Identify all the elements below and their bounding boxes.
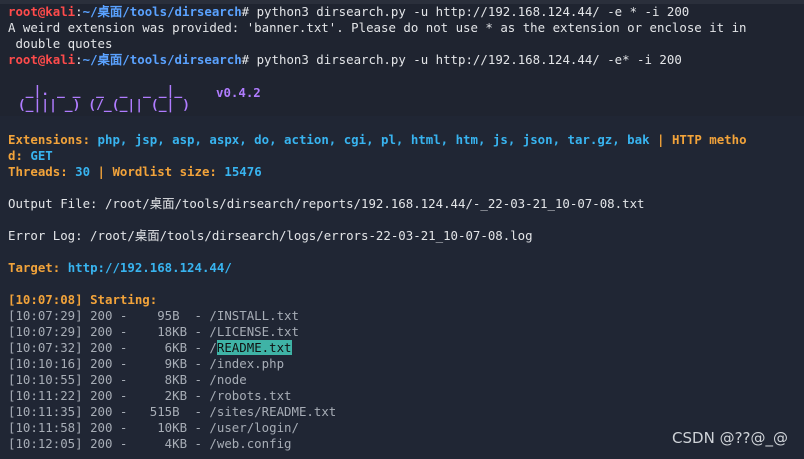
- result-size: 10KB: [134, 420, 188, 435]
- prompt-path: ~/桌面/tools/dirsearch: [82, 52, 242, 67]
- result-status: 200 -: [82, 420, 135, 435]
- result-size: 95B: [134, 308, 188, 323]
- result-status: 200 -: [82, 372, 135, 387]
- result-time: [10:11:35]: [8, 404, 83, 419]
- result-row: [10:11:35] 200 - 515B - /sites/README.tx…: [8, 404, 336, 420]
- result-path: - /LICENSE.txt: [187, 324, 299, 339]
- result-time: [10:11:58]: [8, 420, 83, 435]
- command-text: python3 dirsearch.py -u http://192.168.1…: [249, 4, 690, 19]
- result-path: - /robots.txt: [187, 388, 292, 403]
- result-row: [10:11:58] 200 - 10KB - /user/login/: [8, 420, 299, 436]
- result-status: 200 -: [82, 436, 135, 451]
- result-size: 2KB: [134, 388, 188, 403]
- watermark: CSDN @??@_@: [672, 429, 788, 447]
- error-log-line: Error Log: /root/桌面/tools/dirsearch/logs…: [8, 228, 533, 243]
- warning-line-1: A weird extension was provided: 'banner.…: [8, 20, 747, 35]
- threads-value: 30: [75, 164, 91, 179]
- target-label: Target:: [8, 260, 68, 275]
- prompt-user-host: root@kali: [8, 4, 76, 19]
- result-size: 6KB: [134, 340, 188, 355]
- start-time: [10:07:08]: [8, 292, 83, 307]
- result-status: 200 -: [82, 308, 135, 323]
- warning-line-2: double quotes: [8, 36, 113, 51]
- result-time: [10:07:32]: [8, 340, 83, 355]
- result-time: [10:10:55]: [8, 372, 83, 387]
- result-row: [10:07:29] 200 - 18KB - /LICENSE.txt: [8, 324, 299, 340]
- result-status: 200 -: [82, 404, 135, 419]
- result-row: [10:07:29] 200 - 95B - /INSTALL.txt: [8, 308, 299, 324]
- result-status: 200 -: [82, 388, 135, 403]
- result-time: [10:10:16]: [8, 356, 83, 371]
- result-status: 200 -: [82, 324, 135, 339]
- result-path: - /: [187, 340, 217, 355]
- result-path: - /sites/README.txt: [187, 404, 337, 419]
- extensions-value: php, jsp, asp, aspx, do, action, cgi, pl…: [97, 132, 650, 147]
- prompt-line-1: root@kali:~/桌面/tools/dirsearch# python3 …: [8, 4, 689, 20]
- result-size: 4KB: [134, 436, 188, 451]
- prompt-sep: :: [75, 4, 83, 19]
- http-method-line: d: GET: [8, 148, 53, 164]
- result-row: [10:12:05] 200 - 4KB - /web.config: [8, 436, 291, 452]
- result-row: [10:11:22] 200 - 2KB - /robots.txt: [8, 388, 291, 404]
- start-text: Starting:: [82, 292, 158, 307]
- prompt-path: ~/桌面/tools/dirsearch: [82, 4, 242, 19]
- threads-line: Threads: 30 | Wordlist size: 15476: [8, 164, 262, 180]
- result-size: 18KB: [134, 324, 188, 339]
- result-time: [10:11:22]: [8, 388, 83, 403]
- result-time: [10:07:29]: [8, 308, 83, 323]
- result-path: - /INSTALL.txt: [187, 308, 299, 323]
- result-highlight: README.txt: [216, 340, 292, 355]
- output-file-line: Output File: /root/桌面/tools/dirsearch/re…: [8, 196, 645, 211]
- result-path: - /web.config: [187, 436, 292, 451]
- target-url: http://192.168.124.44/: [67, 260, 232, 275]
- threads-label: Threads:: [8, 164, 76, 179]
- result-time: [10:12:05]: [8, 436, 83, 451]
- http-method-label: HTTP metho: [671, 132, 747, 147]
- extensions-label: Extensions:: [8, 132, 98, 147]
- banner-art-line-2: (_||| _) (/_(_|| (_| ): [10, 98, 191, 113]
- result-row: [10:10:55] 200 - 8KB - /node: [8, 372, 247, 388]
- result-size: 515B: [134, 404, 188, 419]
- result-row: [10:10:16] 200 - 9KB - /index.php: [8, 356, 284, 372]
- result-path: - /index.php: [187, 356, 285, 371]
- prompt-user-host: root@kali: [8, 52, 76, 67]
- result-path: - /node: [187, 372, 247, 387]
- pipe-separator: |: [649, 132, 672, 147]
- wordlist-value: 15476: [224, 164, 262, 179]
- starting-line: [10:07:08] Starting:: [8, 292, 157, 308]
- target-line: Target: http://192.168.124.44/: [8, 260, 232, 276]
- result-size: 8KB: [134, 372, 188, 387]
- pipe-separator: |: [90, 164, 113, 179]
- command-text: python3 dirsearch.py -u http://192.168.1…: [249, 52, 682, 67]
- banner-version: v0.4.2: [216, 85, 261, 100]
- result-status: 200 -: [82, 340, 135, 355]
- wordlist-label: Wordlist size:: [112, 164, 225, 179]
- result-row: [10:07:32] 200 - 6KB - /README.txt: [8, 340, 292, 356]
- result-size: 9KB: [134, 356, 188, 371]
- prompt-line-2: root@kali:~/桌面/tools/dirsearch# python3 …: [8, 52, 682, 68]
- prompt-sep: :: [75, 52, 83, 67]
- http-method-value: GET: [30, 148, 53, 163]
- terminal-window: root@kali:~/桌面/tools/dirsearch# python3 …: [0, 0, 804, 459]
- http-method-label-cont: d:: [8, 148, 31, 163]
- result-time: [10:07:29]: [8, 324, 83, 339]
- result-status: 200 -: [82, 356, 135, 371]
- result-path: - /user/login/: [187, 420, 299, 435]
- extensions-line: Extensions: php, jsp, asp, aspx, do, act…: [8, 132, 747, 148]
